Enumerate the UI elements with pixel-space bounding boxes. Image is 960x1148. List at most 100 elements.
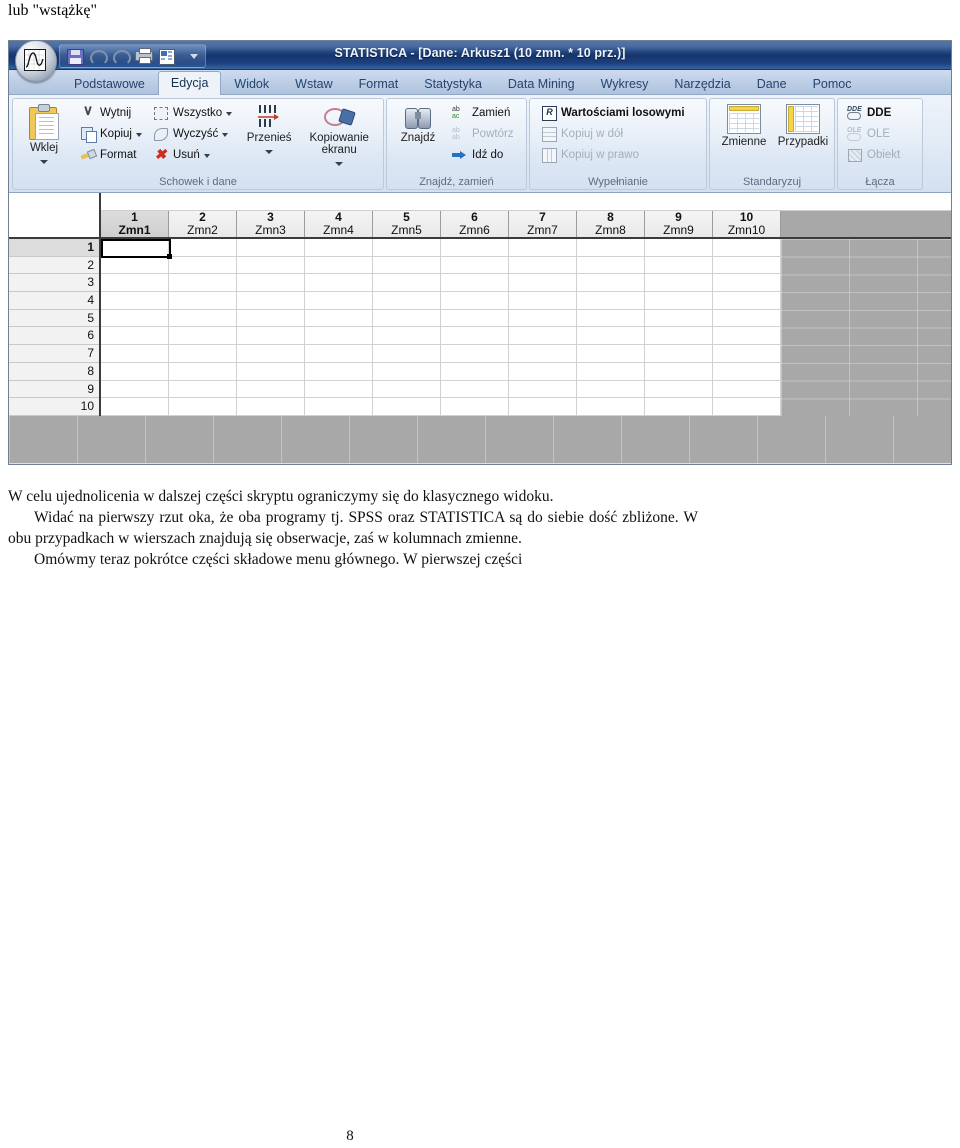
cell[interactable] xyxy=(305,239,373,257)
cell[interactable] xyxy=(645,345,713,363)
cell[interactable] xyxy=(577,256,645,275)
cell[interactable] xyxy=(373,380,441,399)
cell[interactable] xyxy=(237,398,305,416)
cell[interactable] xyxy=(645,239,713,257)
cell[interactable] xyxy=(169,309,237,328)
select-all-corner[interactable] xyxy=(9,193,101,239)
cell[interactable] xyxy=(577,398,645,416)
standardize-variables-button[interactable]: Zmienne xyxy=(715,102,773,148)
cell[interactable] xyxy=(237,239,305,257)
quick-access-toolbar[interactable] xyxy=(59,44,206,68)
cell[interactable] xyxy=(305,274,373,293)
cell[interactable] xyxy=(373,327,441,346)
cell[interactable] xyxy=(169,239,237,257)
cell[interactable] xyxy=(169,398,237,416)
cell[interactable] xyxy=(237,380,305,399)
cell[interactable] xyxy=(373,239,441,257)
cell[interactable] xyxy=(305,292,373,310)
column-header-7[interactable]: 7 Zmn7 xyxy=(509,211,577,237)
cell[interactable] xyxy=(713,362,781,381)
cell[interactable] xyxy=(441,292,509,310)
cell[interactable] xyxy=(441,274,509,293)
chevron-down-icon[interactable] xyxy=(265,145,274,157)
cell[interactable] xyxy=(305,380,373,399)
cell[interactable] xyxy=(713,380,781,399)
cell[interactable] xyxy=(101,398,169,416)
cell[interactable] xyxy=(237,327,305,346)
tab-widok[interactable]: Widok xyxy=(221,73,282,94)
cell[interactable] xyxy=(713,327,781,346)
cell[interactable] xyxy=(645,380,713,399)
cell[interactable] xyxy=(577,327,645,346)
cell[interactable] xyxy=(373,398,441,416)
chevron-down-icon[interactable] xyxy=(40,155,48,167)
cell[interactable] xyxy=(305,398,373,416)
cell[interactable] xyxy=(305,256,373,275)
tab-edycja[interactable]: Edycja xyxy=(157,71,222,95)
column-header-4[interactable]: 4 Zmn4 xyxy=(305,211,373,237)
column-header-2[interactable]: 2 Zmn2 xyxy=(169,211,237,237)
cell[interactable] xyxy=(169,380,237,399)
cell[interactable] xyxy=(577,292,645,310)
cell[interactable] xyxy=(509,345,577,363)
cell[interactable] xyxy=(509,239,577,257)
cell[interactable] xyxy=(713,256,781,275)
cell[interactable] xyxy=(441,398,509,416)
save-icon[interactable] xyxy=(64,47,84,65)
row-header-6[interactable]: 6 xyxy=(9,327,99,346)
cell[interactable] xyxy=(373,309,441,328)
cell[interactable] xyxy=(101,380,169,399)
goto-button[interactable]: Idź do xyxy=(448,144,517,165)
cell[interactable] xyxy=(305,327,373,346)
cell[interactable] xyxy=(645,256,713,275)
cell-grid[interactable] xyxy=(101,239,781,416)
cell[interactable] xyxy=(441,380,509,399)
row-header-8[interactable]: 8 xyxy=(9,362,99,381)
cell[interactable] xyxy=(509,274,577,293)
cell[interactable] xyxy=(577,239,645,257)
cell[interactable] xyxy=(305,362,373,381)
cell[interactable] xyxy=(509,398,577,416)
row-header-5[interactable]: 5 xyxy=(9,309,99,328)
dde-button[interactable]: DDE DDE xyxy=(843,102,903,123)
table-row[interactable] xyxy=(101,256,781,275)
cell[interactable] xyxy=(169,256,237,275)
chevron-down-icon[interactable] xyxy=(335,157,344,169)
cell[interactable] xyxy=(237,362,305,381)
cell[interactable] xyxy=(101,256,169,275)
find-button[interactable]: Znajdź xyxy=(392,102,444,144)
spreadsheet-icon[interactable] xyxy=(156,47,176,65)
cell[interactable] xyxy=(237,256,305,275)
delete-button[interactable]: ✖ Usuń xyxy=(149,144,235,165)
cell[interactable] xyxy=(373,345,441,363)
cell[interactable] xyxy=(645,327,713,346)
cell[interactable] xyxy=(305,345,373,363)
cell[interactable] xyxy=(713,274,781,293)
cell[interactable] xyxy=(645,309,713,328)
cell[interactable] xyxy=(237,274,305,293)
cell[interactable] xyxy=(373,292,441,310)
column-header-10[interactable]: 10 Zmn10 xyxy=(713,211,781,237)
cell[interactable] xyxy=(509,292,577,310)
cell[interactable] xyxy=(645,362,713,381)
cell[interactable] xyxy=(577,274,645,293)
tab-narzedzia[interactable]: Narzędzia xyxy=(661,73,743,94)
cell[interactable] xyxy=(101,327,169,346)
table-row[interactable] xyxy=(101,327,781,346)
spreadsheet[interactable]: 1 Zmn1 2 Zmn2 3 Zmn3 4 Zmn4 5 Zmn5 6 Zmn… xyxy=(9,193,951,463)
cell[interactable] xyxy=(441,362,509,381)
cell[interactable] xyxy=(101,292,169,310)
cell[interactable] xyxy=(169,345,237,363)
cell[interactable] xyxy=(441,327,509,346)
cell[interactable] xyxy=(713,345,781,363)
copy-button[interactable]: Kopiuj xyxy=(76,123,145,144)
column-header-6[interactable]: 6 Zmn6 xyxy=(441,211,509,237)
paste-button[interactable]: Wklej xyxy=(18,102,70,167)
cell[interactable] xyxy=(237,345,305,363)
row-header-2[interactable]: 2 xyxy=(9,256,99,275)
screen-capture-button[interactable]: Kopiowanie ekranu xyxy=(297,102,381,169)
cell[interactable] xyxy=(101,345,169,363)
row-header-10[interactable]: 10 xyxy=(9,398,99,416)
cell[interactable] xyxy=(441,345,509,363)
cell[interactable] xyxy=(509,362,577,381)
